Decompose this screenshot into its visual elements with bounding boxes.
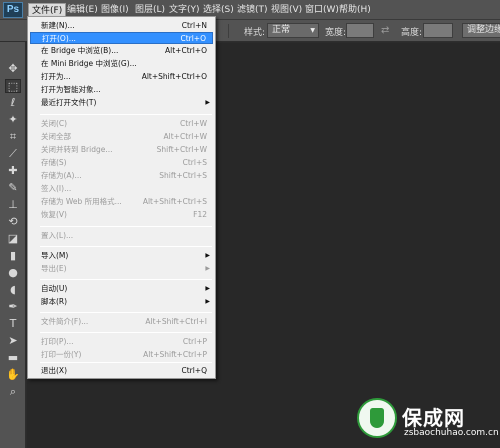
menu-item-file-info[interactable]: 文件简介(F)... Alt+Shift+Ctrl+I bbox=[30, 316, 213, 328]
submenu-arrow-icon: ▶ bbox=[205, 298, 210, 305]
marquee-tool-icon[interactable]: ⬚ bbox=[5, 79, 21, 93]
photoshop-logo: Ps bbox=[3, 2, 23, 18]
menu-item-browse-bridge[interactable]: 在 Bridge 中浏览(B)... Alt+Ctrl+O bbox=[30, 45, 213, 57]
chevron-down-icon: ▼ bbox=[310, 27, 315, 34]
submenu-arrow-icon: ▶ bbox=[205, 252, 210, 259]
menu-item-new[interactable]: 新建(N)... Ctrl+N bbox=[30, 20, 213, 32]
menu-item-place[interactable]: 置入(L)... bbox=[30, 230, 213, 242]
type-tool-icon[interactable]: T bbox=[5, 317, 21, 331]
tools-panel: ✥ ⬚ ℓ ✦ ⌗ ⟋ ✚ ✎ ⊥ ⟲ ◪ ▮ ● ◖ ✒ T ➤ ▬ ✋ ⌕ bbox=[0, 42, 26, 448]
swap-icon[interactable]: ⇄ bbox=[381, 25, 389, 36]
style-select[interactable]: 正常 ▼ bbox=[267, 23, 319, 38]
menu-item-check-in[interactable]: 签入(I)... bbox=[30, 183, 213, 195]
submenu-arrow-icon: ▶ bbox=[205, 285, 210, 292]
gradient-tool-icon[interactable]: ▮ bbox=[5, 249, 21, 263]
menu-separator bbox=[40, 114, 212, 115]
menu-separator bbox=[40, 279, 212, 280]
height-input[interactable] bbox=[423, 23, 453, 38]
menu-item-exit[interactable]: 退出(X) Ctrl+Q bbox=[30, 365, 213, 377]
watermark-logo bbox=[357, 398, 397, 438]
menu-item-print[interactable]: 打印(P)... Ctrl+P bbox=[30, 336, 213, 348]
width-input[interactable] bbox=[346, 23, 374, 38]
eraser-tool-icon[interactable]: ◪ bbox=[5, 232, 21, 246]
menu-item-save-for-web[interactable]: 存储为 Web 所用格式... Alt+Shift+Ctrl+S bbox=[30, 196, 213, 208]
magic-wand-icon[interactable]: ✦ bbox=[5, 113, 21, 127]
shield-icon bbox=[370, 408, 384, 428]
submenu-arrow-icon: ▶ bbox=[205, 99, 210, 106]
menu-item-save-as[interactable]: 存储为(A)... Shift+Ctrl+S bbox=[30, 170, 213, 182]
shape-tool-icon[interactable]: ▬ bbox=[5, 351, 21, 365]
menu-separator bbox=[40, 226, 212, 227]
menu-item-close[interactable]: 关闭(C) Ctrl+W bbox=[30, 118, 213, 130]
menu-item-scripts[interactable]: 脚本(R) ▶ bbox=[30, 296, 213, 308]
watermark-url: zsbaochuhao.com.cn bbox=[404, 428, 499, 438]
menu-item-automate[interactable]: 自动(U) ▶ bbox=[30, 283, 213, 295]
style-label: 样式: bbox=[244, 28, 266, 38]
menu-item-close-go-bridge[interactable]: 关闭并转到 Bridge... Shift+Ctrl+W bbox=[30, 144, 213, 156]
history-brush-icon[interactable]: ⟲ bbox=[5, 215, 21, 229]
menu-item-save[interactable]: 存储(S) Ctrl+S bbox=[30, 157, 213, 169]
brush-tool-icon[interactable]: ✎ bbox=[5, 181, 21, 195]
style-value: 正常 bbox=[272, 25, 291, 35]
width-label: 宽度: bbox=[325, 28, 347, 38]
submenu-arrow-icon: ▶ bbox=[205, 265, 210, 272]
zoom-tool-icon[interactable]: ⌕ bbox=[5, 385, 21, 399]
eyedropper-tool-icon[interactable]: ⟋ bbox=[5, 147, 21, 161]
menu-separator bbox=[40, 246, 212, 247]
dodge-tool-icon[interactable]: ◖ bbox=[5, 283, 21, 297]
hand-tool-icon[interactable]: ✋ bbox=[5, 368, 21, 382]
menu-item-open[interactable]: 打开(O)... Ctrl+O bbox=[30, 32, 213, 44]
menu-item-open-smart-object[interactable]: 打开为智能对象... bbox=[30, 84, 213, 96]
crop-tool-icon[interactable]: ⌗ bbox=[5, 130, 21, 144]
clone-stamp-icon[interactable]: ⊥ bbox=[5, 198, 21, 212]
menu-item-export[interactable]: 导出(E) ▶ bbox=[30, 263, 213, 275]
menu-item-close-all[interactable]: 关闭全部 Alt+Ctrl+W bbox=[30, 131, 213, 143]
separator bbox=[228, 24, 229, 38]
watermark-title: 保成网 bbox=[402, 406, 465, 430]
menu-item-browse-mini-bridge[interactable]: 在 Mini Bridge 中浏览(G)... bbox=[30, 58, 213, 70]
move-tool-icon[interactable]: ✥ bbox=[5, 62, 21, 76]
blur-tool-icon[interactable]: ● bbox=[5, 266, 21, 280]
photoshop-window: Ps 文件(F) 编辑(E) 图像(I) 图层(L) 文字(Y) 选择(S) 滤… bbox=[0, 0, 500, 448]
healing-brush-icon[interactable]: ✚ bbox=[5, 164, 21, 178]
lasso-tool-icon[interactable]: ℓ bbox=[5, 96, 21, 110]
menu-separator bbox=[40, 362, 212, 363]
menu-item-revert[interactable]: 恢复(V) F12 bbox=[30, 209, 213, 221]
file-menu-dropdown: 新建(N)... Ctrl+N 打开(O)... Ctrl+O 在 Bridge 中… bbox=[27, 16, 216, 379]
menu-item-open-as[interactable]: 打开为... Alt+Shift+Ctrl+O bbox=[30, 71, 213, 83]
menu-item-print-one-copy[interactable]: 打印一份(Y) Alt+Shift+Ctrl+P bbox=[30, 349, 213, 361]
menu-view[interactable]: 视图(V) bbox=[268, 3, 305, 18]
height-label: 高度: bbox=[401, 28, 423, 38]
path-selection-icon[interactable]: ➤ bbox=[5, 334, 21, 348]
menu-separator bbox=[40, 332, 212, 333]
menu-separator bbox=[40, 312, 212, 313]
menu-item-import[interactable]: 导入(M) ▶ bbox=[30, 250, 213, 262]
refine-edge-button[interactable]: 调整边缘 bbox=[462, 23, 500, 38]
menu-filter[interactable]: 滤镜(T) bbox=[234, 3, 271, 18]
pen-tool-icon[interactable]: ✒ bbox=[5, 300, 21, 314]
menu-help[interactable]: 帮助(H) bbox=[336, 3, 374, 18]
menu-item-recent-files[interactable]: 最近打开文件(T) ▶ bbox=[30, 97, 213, 109]
